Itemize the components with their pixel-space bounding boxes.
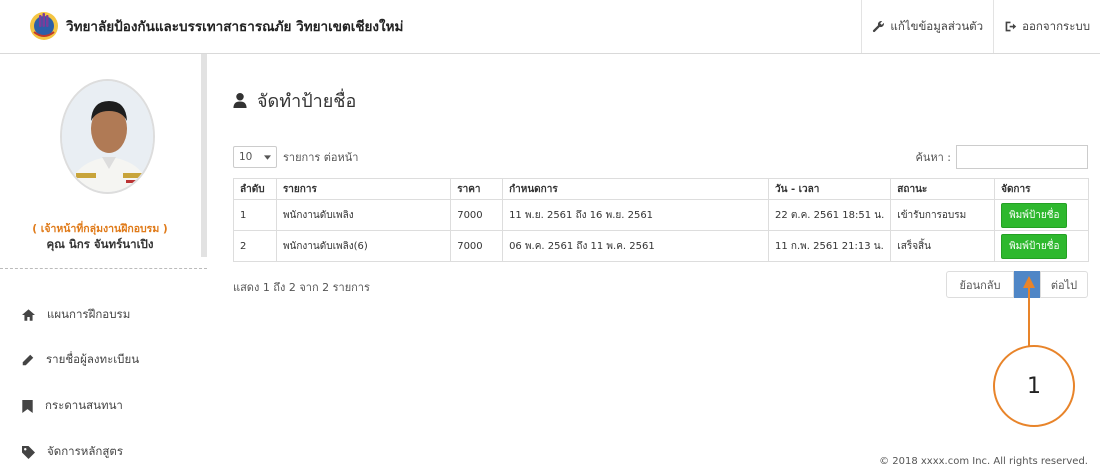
avatar — [60, 79, 155, 194]
page-length-suffix: รายการ ต่อหน้า — [283, 151, 359, 164]
pagination-next[interactable]: ต่อไป — [1040, 271, 1088, 298]
logout-label: ออกจากระบบ — [1022, 18, 1090, 33]
print-name-tag-button[interactable]: พิมพ์ป้ายชื่อ — [1001, 202, 1068, 228]
pencil-icon — [22, 354, 34, 366]
table-header-row: ลำดับ รายการ ราคา กำหนดการ วัน - เวลา สถ… — [233, 178, 1089, 200]
cell-price: 7000 — [450, 199, 504, 231]
column-header[interactable]: ลำดับ — [233, 178, 277, 200]
edit-profile-link[interactable]: แก้ไขข้อมูลส่วนตัว — [861, 0, 993, 53]
sidebar-item-forum[interactable]: กระดานสนทนา — [22, 397, 123, 415]
sidebar: ( เจ้าหน้าที่กลุ่มงานฝึกอบรม ) คุณ นิกร … — [0, 54, 207, 473]
column-header[interactable]: กำหนดการ — [502, 178, 770, 200]
cell-action: พิมพ์ป้ายชื่อ — [994, 199, 1089, 231]
college-logo-icon — [28, 10, 60, 42]
cell-action: พิมพ์ป้ายชื่อ — [994, 230, 1089, 262]
home-icon — [22, 309, 35, 321]
cell-no: 2 — [233, 230, 277, 262]
cell-status: เสร็จสิ้น — [890, 230, 996, 262]
bookmark-icon — [22, 399, 33, 413]
cell-item: พนักงานดับเพลิง — [275, 199, 452, 231]
cell-datetime: 11 ก.พ. 2561 21:13 น. — [768, 230, 892, 262]
annotation-marker: 1 — [993, 345, 1075, 427]
page-length-control: 10 รายการ ต่อหน้า — [233, 146, 358, 168]
sidebar-item-registrants[interactable]: รายชื่อผู้ลงทะเบียน — [22, 351, 139, 369]
wrench-icon — [873, 21, 885, 33]
sidebar-item-courses[interactable]: จัดการหลักสูตร — [22, 443, 123, 461]
sidebar-divider — [0, 268, 207, 269]
sign-out-icon — [1005, 21, 1017, 32]
user-icon — [233, 93, 247, 108]
print-name-tag-button[interactable]: พิมพ์ป้ายชื่อ — [1001, 233, 1068, 259]
page-length-select[interactable]: 10 — [233, 146, 277, 168]
logout-link[interactable]: ออกจากระบบ — [993, 0, 1100, 53]
column-header[interactable]: จัดการ — [994, 178, 1089, 200]
table-row: 1 พนักงานดับเพลิง 7000 11 พ.ย. 2561 ถึง … — [233, 199, 1089, 231]
cell-datetime: 22 ต.ค. 2561 18:51 น. — [768, 199, 892, 231]
sidebar-item-label: แผนการฝึกอบรม — [47, 307, 131, 321]
annotation-arrow-icon — [1023, 276, 1035, 346]
tag-icon — [22, 445, 35, 459]
sidebar-item-label: จัดการหลักสูตร — [47, 444, 124, 458]
sidebar-scrollbar[interactable] — [201, 54, 207, 257]
caret-down-icon — [264, 154, 271, 160]
column-header[interactable]: รายการ — [275, 178, 452, 200]
search-input[interactable] — [956, 145, 1088, 169]
column-header[interactable]: สถานะ — [890, 178, 996, 200]
cell-schedule: 06 พ.ค. 2561 ถึง 11 พ.ค. 2561 — [502, 230, 770, 262]
page-title: จัดทำป้ายชื่อ — [233, 86, 356, 115]
user-role: ( เจ้าหน้าที่กลุ่มงานฝึกอบรม ) — [32, 223, 168, 235]
column-header[interactable]: วัน - เวลา — [768, 178, 892, 200]
annotation-number: 1 — [1027, 373, 1041, 399]
footer-copyright: © 2018 xxxx.com Inc. All rights reserved… — [879, 456, 1088, 467]
cell-item: พนักงานดับเพลิง(6) — [275, 230, 452, 262]
table-info: แสดง 1 ถึง 2 จาก 2 รายการ — [233, 281, 370, 294]
pagination-previous[interactable]: ย้อนกลับ — [946, 271, 1014, 298]
cell-schedule: 11 พ.ย. 2561 ถึง 16 พ.ย. 2561 — [502, 199, 770, 231]
table-row: 2 พนักงานดับเพลิง(6) 7000 06 พ.ค. 2561 ถ… — [233, 230, 1089, 262]
cell-no: 1 — [233, 199, 277, 231]
brand-title: วิทยาลัยป้องกันและบรรเทาสาธารณภัย วิทยาเ… — [66, 19, 404, 35]
page-length-value: 10 — [239, 151, 253, 163]
brand[interactable]: วิทยาลัยป้องกันและบรรเทาสาธารณภัย วิทยาเ… — [28, 10, 403, 42]
name-tag-table: ลำดับ รายการ ราคา กำหนดการ วัน - เวลา สถ… — [233, 178, 1089, 262]
column-header[interactable]: ราคา — [450, 178, 504, 200]
sidebar-item-label: กระดานสนทนา — [45, 398, 123, 412]
cell-price: 7000 — [450, 230, 504, 262]
user-name: คุณ นิกร จันทร์นาเปิง — [46, 237, 154, 251]
top-navbar: วิทยาลัยป้องกันและบรรเทาสาธารณภัย วิทยาเ… — [0, 0, 1100, 54]
sidebar-item-training-plan[interactable]: แผนการฝึกอบรม — [22, 306, 130, 324]
page-title-text: จัดทำป้ายชื่อ — [257, 91, 357, 112]
sidebar-item-label: รายชื่อผู้ลงทะเบียน — [46, 352, 140, 366]
search-label: ค้นหา : — [915, 151, 951, 164]
search-control: ค้นหา : — [915, 145, 1088, 169]
pagination: ย้อนกลับ ต่อไป — [946, 271, 1088, 298]
edit-profile-label: แก้ไขข้อมูลส่วนตัว — [890, 18, 984, 33]
cell-status: เข้ารับการอบรม — [890, 199, 996, 231]
